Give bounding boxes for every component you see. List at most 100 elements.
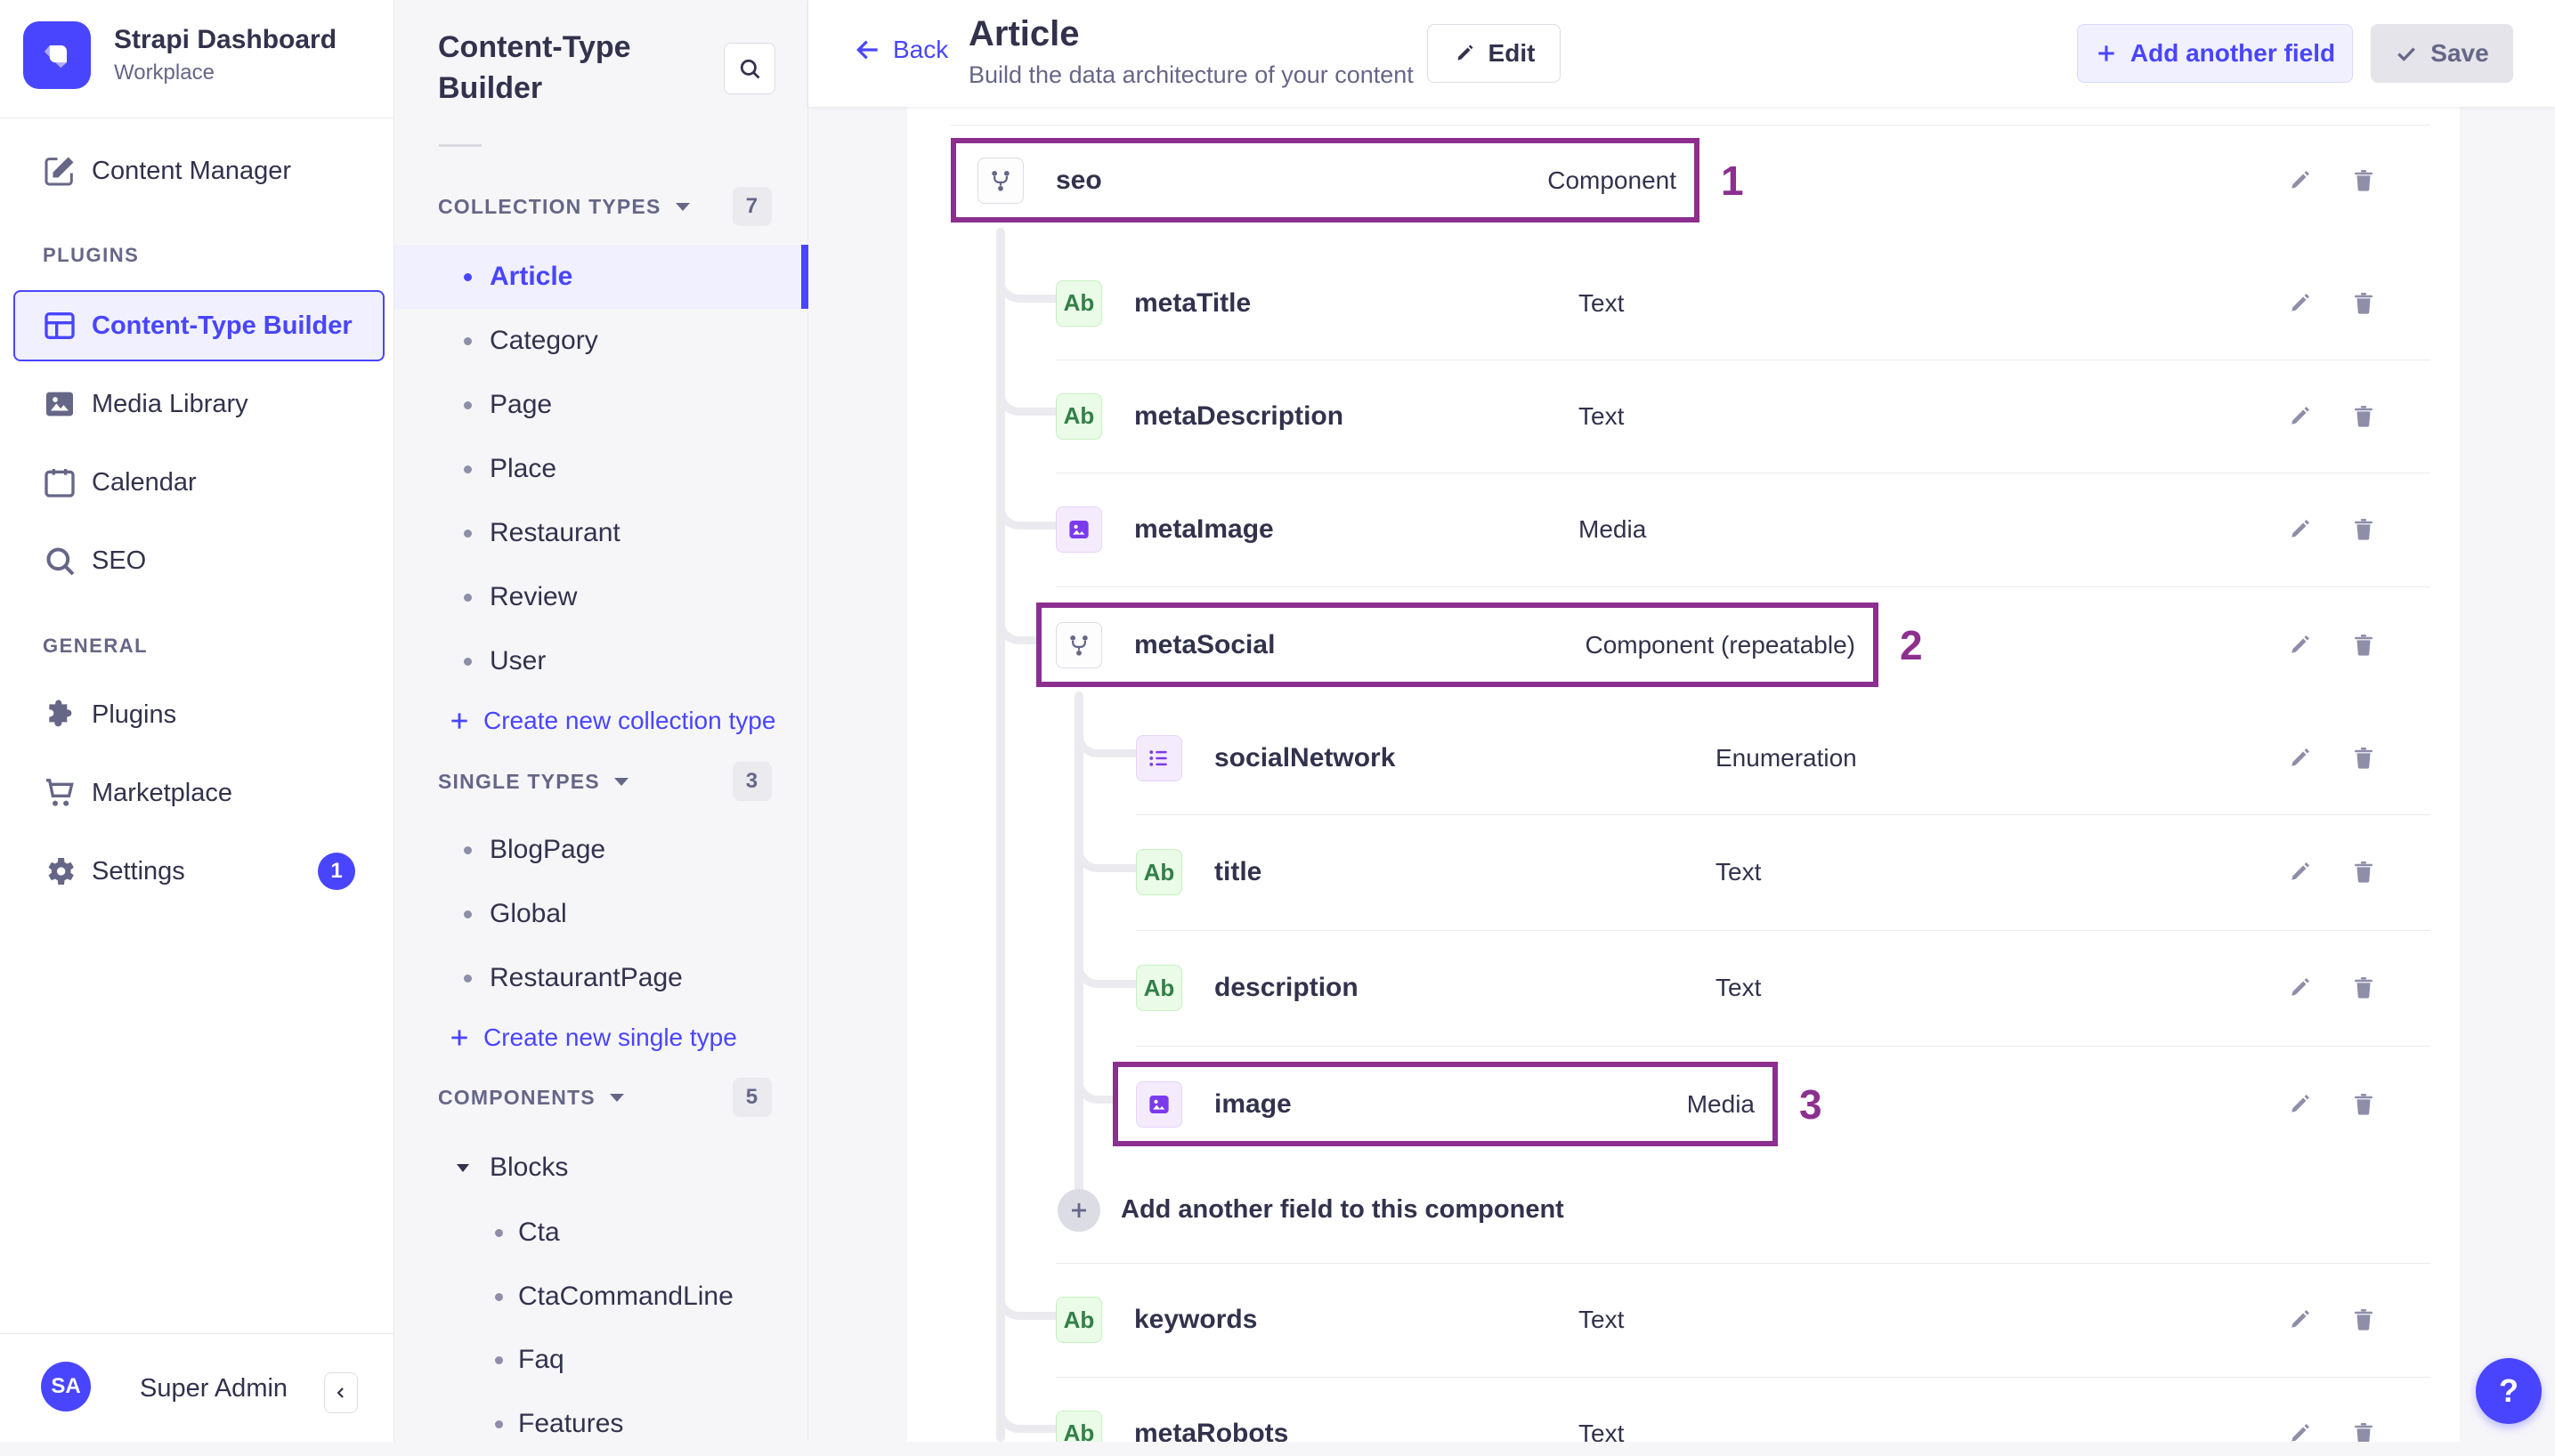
sidebar-item-seo[interactable]: SEO bbox=[0, 529, 394, 593]
avatar[interactable]: SA bbox=[41, 1362, 91, 1412]
enumeration-field-icon bbox=[1136, 734, 1182, 781]
delete-field-button[interactable] bbox=[2350, 1420, 2377, 1443]
delete-field-button[interactable] bbox=[2350, 975, 2377, 1001]
subnav-item-user[interactable]: User bbox=[394, 629, 808, 693]
create-collection-type-link[interactable]: Create new collection type bbox=[394, 689, 808, 753]
collapse-sidebar-button[interactable] bbox=[324, 1372, 358, 1413]
edit-field-button[interactable] bbox=[2286, 290, 2313, 317]
field-name: keywords bbox=[1134, 1305, 1258, 1334]
edit-field-button[interactable] bbox=[2286, 745, 2313, 772]
delete-field-button[interactable] bbox=[2350, 859, 2377, 886]
edit-field-button[interactable] bbox=[2286, 1306, 2313, 1333]
edit-field-button[interactable] bbox=[2286, 167, 2313, 194]
plus-icon bbox=[1072, 1202, 1086, 1217]
field-row-description[interactable]: Ab description Text bbox=[1136, 930, 2377, 1046]
sidebar-item-media-library[interactable]: Media Library bbox=[0, 372, 394, 436]
delete-field-button[interactable] bbox=[2350, 167, 2377, 194]
sidebar-item-label: SEO bbox=[92, 546, 147, 575]
field-row-title[interactable]: Ab title Text bbox=[1136, 814, 2377, 930]
field-row-seo[interactable]: seo Component 1 bbox=[951, 138, 2377, 222]
help-button[interactable]: ? bbox=[2476, 1358, 2542, 1424]
edit-field-button[interactable] bbox=[2286, 1420, 2313, 1443]
delete-field-button[interactable] bbox=[2350, 516, 2377, 543]
delete-field-button[interactable] bbox=[2350, 290, 2377, 317]
field-type: Text bbox=[1578, 288, 1625, 317]
bullet-icon bbox=[464, 657, 472, 666]
tree-elbow bbox=[996, 490, 1056, 530]
subnav-item-category[interactable]: Category bbox=[394, 309, 808, 373]
text-field-icon: Ab bbox=[1136, 965, 1182, 1011]
subnav-item-page[interactable]: Page bbox=[394, 373, 808, 437]
field-row-metadescription[interactable]: Ab metaDescription Text bbox=[1056, 360, 2377, 473]
media-field-icon bbox=[1056, 506, 1102, 553]
delete-field-button[interactable] bbox=[2350, 632, 2377, 659]
sidebar-footer-divider bbox=[0, 1333, 393, 1334]
subnav-item-restaurant[interactable]: Restaurant bbox=[394, 501, 808, 565]
tree-elbow bbox=[996, 263, 1056, 303]
delete-field-button[interactable] bbox=[2350, 403, 2377, 430]
edit-field-button[interactable] bbox=[2286, 516, 2313, 543]
text-field-icon: Ab bbox=[1136, 849, 1182, 895]
arrow-left-icon bbox=[856, 40, 878, 60]
bullet-icon bbox=[464, 465, 472, 473]
search-button[interactable] bbox=[724, 43, 775, 94]
field-name: socialNetwork bbox=[1214, 742, 1396, 772]
add-another-field-button[interactable]: Add another field bbox=[2077, 24, 2353, 83]
sidebar-item-settings[interactable]: Settings 1 bbox=[0, 839, 394, 903]
media-field-icon bbox=[1136, 1080, 1182, 1128]
save-button[interactable]: Save bbox=[2371, 24, 2513, 83]
delete-field-button[interactable] bbox=[2350, 1091, 2377, 1118]
create-single-type-link[interactable]: Create new single type bbox=[394, 1006, 808, 1070]
subnav-title: Content-Type Builder bbox=[438, 30, 631, 105]
field-row-metatitle[interactable]: Ab metaTitle Text bbox=[1056, 247, 2377, 360]
bullet-icon bbox=[464, 529, 472, 538]
subnav-category-blocks[interactable]: Blocks bbox=[394, 1136, 808, 1200]
edit-field-button[interactable] bbox=[2286, 859, 2313, 886]
subnav-item-review[interactable]: Review bbox=[394, 565, 808, 629]
subnav-item-place[interactable]: Place bbox=[394, 437, 808, 501]
strapi-logo-icon bbox=[23, 21, 91, 89]
edit-field-button[interactable] bbox=[2286, 403, 2313, 430]
edit-field-button[interactable] bbox=[2286, 975, 2313, 1001]
plus-icon bbox=[451, 713, 467, 729]
component-field-icon bbox=[1056, 621, 1102, 668]
edit-field-button[interactable] bbox=[2286, 632, 2313, 659]
bullet-icon bbox=[464, 336, 472, 345]
sidebar-item-plugins[interactable]: Plugins bbox=[0, 683, 394, 747]
field-row-metaimage[interactable]: metaImage Media bbox=[1056, 473, 2377, 586]
field-row-socialnetwork[interactable]: socialNetwork Enumeration bbox=[1136, 701, 2377, 814]
sidebar-item-marketplace[interactable]: Marketplace bbox=[0, 761, 394, 825]
sidebar-item-calendar[interactable]: Calendar bbox=[0, 450, 394, 514]
add-component-field-row[interactable]: Add another field to this component bbox=[1058, 1157, 2377, 1263]
subnav-item-cta[interactable]: Cta bbox=[394, 1201, 808, 1265]
add-field-circle-button[interactable] bbox=[1058, 1188, 1100, 1232]
subnav-item-ctacommandline[interactable]: CtaCommandLine bbox=[394, 1265, 808, 1329]
delete-field-button[interactable] bbox=[2350, 745, 2377, 772]
field-row-keywords[interactable]: Ab keywords Text bbox=[1056, 1263, 2377, 1377]
subnav-item-faq[interactable]: Faq bbox=[394, 1328, 808, 1392]
edit-button[interactable]: Edit bbox=[1427, 24, 1561, 83]
sidebar-divider bbox=[0, 117, 393, 118]
field-row-metasocial[interactable]: metaSocial Component (repeatable) 2 bbox=[1036, 603, 2377, 687]
subnav-item-features[interactable]: Features bbox=[394, 1392, 808, 1456]
back-link[interactable]: Back bbox=[854, 36, 948, 64]
fields-card: seo Component 1 Ab metaTitle Text Ab met… bbox=[907, 107, 2460, 1442]
subnav-item-article[interactable]: Article bbox=[394, 245, 808, 309]
sidebar-item-content-type-builder[interactable]: Content-Type Builder bbox=[13, 290, 385, 361]
field-row-metarobots[interactable]: Ab metaRobots Text bbox=[1056, 1377, 2377, 1442]
field-type: Text bbox=[1716, 858, 1762, 886]
collection-types-heading[interactable]: COLLECTION TYPES 7 bbox=[394, 185, 808, 228]
subnav-item-global[interactable]: Global bbox=[394, 882, 808, 946]
delete-field-button[interactable] bbox=[2350, 1306, 2377, 1333]
sidebar-item-content-manager[interactable]: Content Manager bbox=[0, 139, 394, 203]
field-name: title bbox=[1214, 857, 1262, 886]
chevron-down-icon bbox=[613, 777, 629, 786]
edit-field-button[interactable] bbox=[2286, 1091, 2313, 1118]
subnav-item-restaurantpage[interactable]: RestaurantPage bbox=[394, 946, 808, 1010]
sidebar-item-label: Content-Type Builder bbox=[92, 311, 353, 340]
field-row-image[interactable]: image Media 3 bbox=[1113, 1062, 2377, 1146]
single-types-heading[interactable]: SINGLE TYPES 3 bbox=[394, 760, 808, 803]
components-heading[interactable]: COMPONENTS 5 bbox=[394, 1076, 808, 1119]
subnav-divider bbox=[439, 144, 482, 147]
subnav-item-blogpage[interactable]: BlogPage bbox=[394, 818, 808, 882]
